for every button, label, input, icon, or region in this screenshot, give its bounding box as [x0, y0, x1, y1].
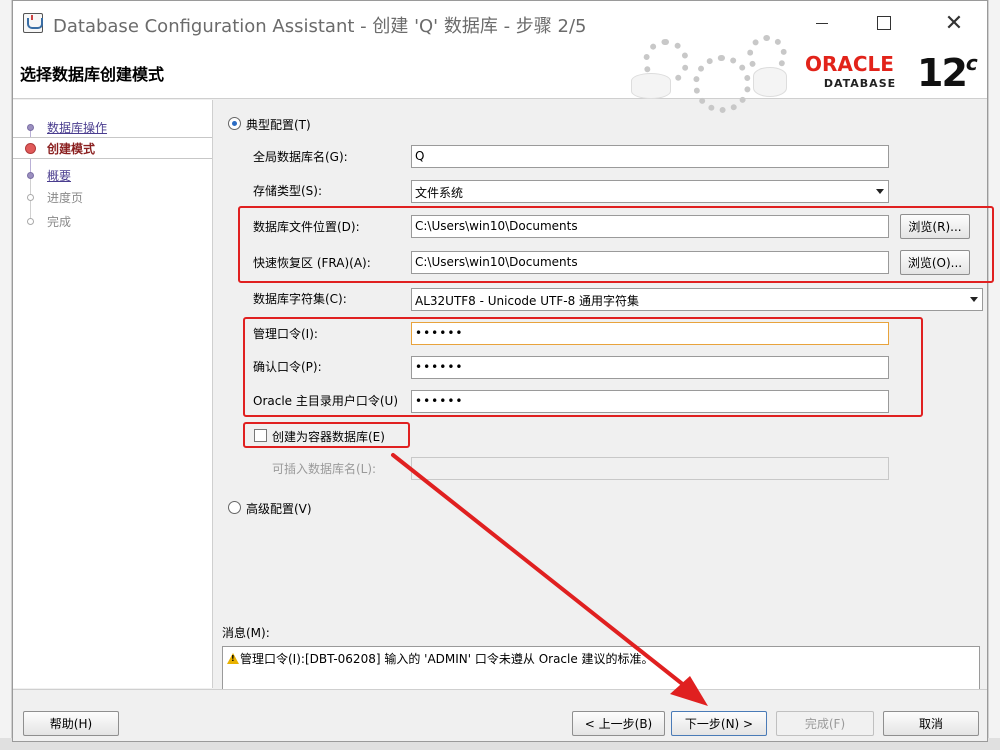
dca-window: Database Configuration Assistant - 创建 'Q… — [12, 0, 994, 742]
global-db-name-label: 全局数据库名(G): — [253, 150, 348, 164]
background-app-left — [0, 0, 12, 750]
maximize-button[interactable] — [861, 1, 907, 45]
wizard-steps-sidebar: 数据库操作 创建模式 概要 进度页 完成 — [13, 100, 213, 688]
storage-type-select[interactable]: 文件系统 — [411, 180, 889, 203]
oracle-logo: ORACLE DATABASE — [805, 52, 897, 90]
step-pending-icon — [27, 193, 34, 201]
gears-decoration-icon — [623, 35, 803, 113]
pluggable-db-name-label: 可插入数据库名(L): — [272, 462, 377, 476]
fra-input[interactable]: C:\Users\win10\Documents — [411, 251, 889, 274]
message-text: 管理口令(I):[DBT-06208] 输入的 'ADMIN' 口令未遵从 Or… — [240, 652, 654, 666]
messages-label: 消息(M): — [222, 626, 270, 640]
browse-fra-button[interactable]: 浏览(O)... — [900, 250, 970, 275]
confirm-password-label: 确认口令(P): — [253, 360, 322, 374]
page-title: 选择数据库创建模式 — [20, 65, 165, 84]
wizard-footer: 帮助(H) < 上一步(B) 下一步(N) > 完成(F) 取消 — [13, 689, 987, 741]
title-bar: Database Configuration Assistant - 创建 'Q… — [13, 1, 987, 45]
back-button[interactable]: < 上一步(B) — [572, 711, 665, 736]
db-file-location-input[interactable]: C:\Users\win10\Documents — [411, 215, 889, 238]
step-summary[interactable]: 概要 — [13, 164, 212, 186]
wizard-content: 典型配置(T) 全局数据库名(G): Q 存储类型(S): 文件系统 数据库文件… — [214, 100, 994, 698]
minimize-icon — [816, 22, 828, 24]
admin-password-input[interactable]: •••••• — [411, 322, 889, 345]
finish-button[interactable]: 完成(F) — [776, 711, 874, 736]
dropdown-arrow-icon — [876, 189, 884, 194]
db-file-location-label: 数据库文件位置(D): — [253, 220, 360, 234]
next-button[interactable]: 下一步(N) > — [671, 711, 767, 736]
close-button[interactable]: ✕ — [931, 1, 977, 45]
global-db-name-input[interactable]: Q — [411, 145, 889, 168]
maximize-icon — [877, 16, 891, 30]
step-database-operation[interactable]: 数据库操作 — [13, 116, 212, 138]
pluggable-db-name-input[interactable] — [411, 457, 889, 480]
container-db-label: 创建为容器数据库(E) — [272, 430, 385, 444]
home-user-password-input[interactable]: •••••• — [411, 390, 889, 413]
advanced-config-radio[interactable] — [228, 501, 241, 514]
step-done-icon — [27, 123, 34, 131]
home-user-password-label: Oracle 主目录用户口令(U) — [253, 394, 399, 408]
window-title: Database Configuration Assistant - 创建 'Q… — [53, 16, 587, 37]
step-creation-mode[interactable]: 创建模式 — [13, 137, 212, 159]
storage-type-label: 存储类型(S): — [253, 184, 323, 198]
warning-icon — [227, 653, 239, 664]
confirm-password-input[interactable]: •••••• — [411, 356, 889, 379]
help-button[interactable]: 帮助(H) — [23, 711, 119, 736]
advanced-config-label: 高级配置(V) — [246, 502, 312, 516]
typical-config-label: 典型配置(T) — [246, 118, 311, 132]
typical-config-radio[interactable] — [228, 117, 241, 130]
fra-label: 快速恢复区 (FRA)(A): — [253, 256, 371, 270]
admin-password-label: 管理口令(I): — [253, 327, 318, 341]
cancel-button[interactable]: 取消 — [883, 711, 979, 736]
step-progress: 进度页 — [13, 186, 212, 208]
container-db-checkbox[interactable] — [254, 429, 267, 442]
minimize-button[interactable] — [799, 1, 845, 45]
step-current-icon — [25, 142, 36, 154]
step-pending-icon — [27, 217, 34, 225]
browse-db-location-button[interactable]: 浏览(R)... — [900, 214, 970, 239]
charset-label: 数据库字符集(C): — [253, 292, 347, 306]
step-done-icon — [27, 171, 34, 179]
close-icon: ✕ — [944, 10, 964, 36]
dropdown-arrow-icon — [970, 297, 978, 302]
background-app-right — [988, 0, 1000, 750]
wizard-header: 选择数据库创建模式 ORACLE DATABASE 12c — [13, 35, 987, 113]
java-app-icon — [23, 13, 43, 33]
version-logo: 12c — [917, 51, 978, 95]
charset-select[interactable]: AL32UTF8 - Unicode UTF-8 通用字符集 — [411, 288, 983, 311]
step-finish: 完成 — [13, 210, 212, 232]
